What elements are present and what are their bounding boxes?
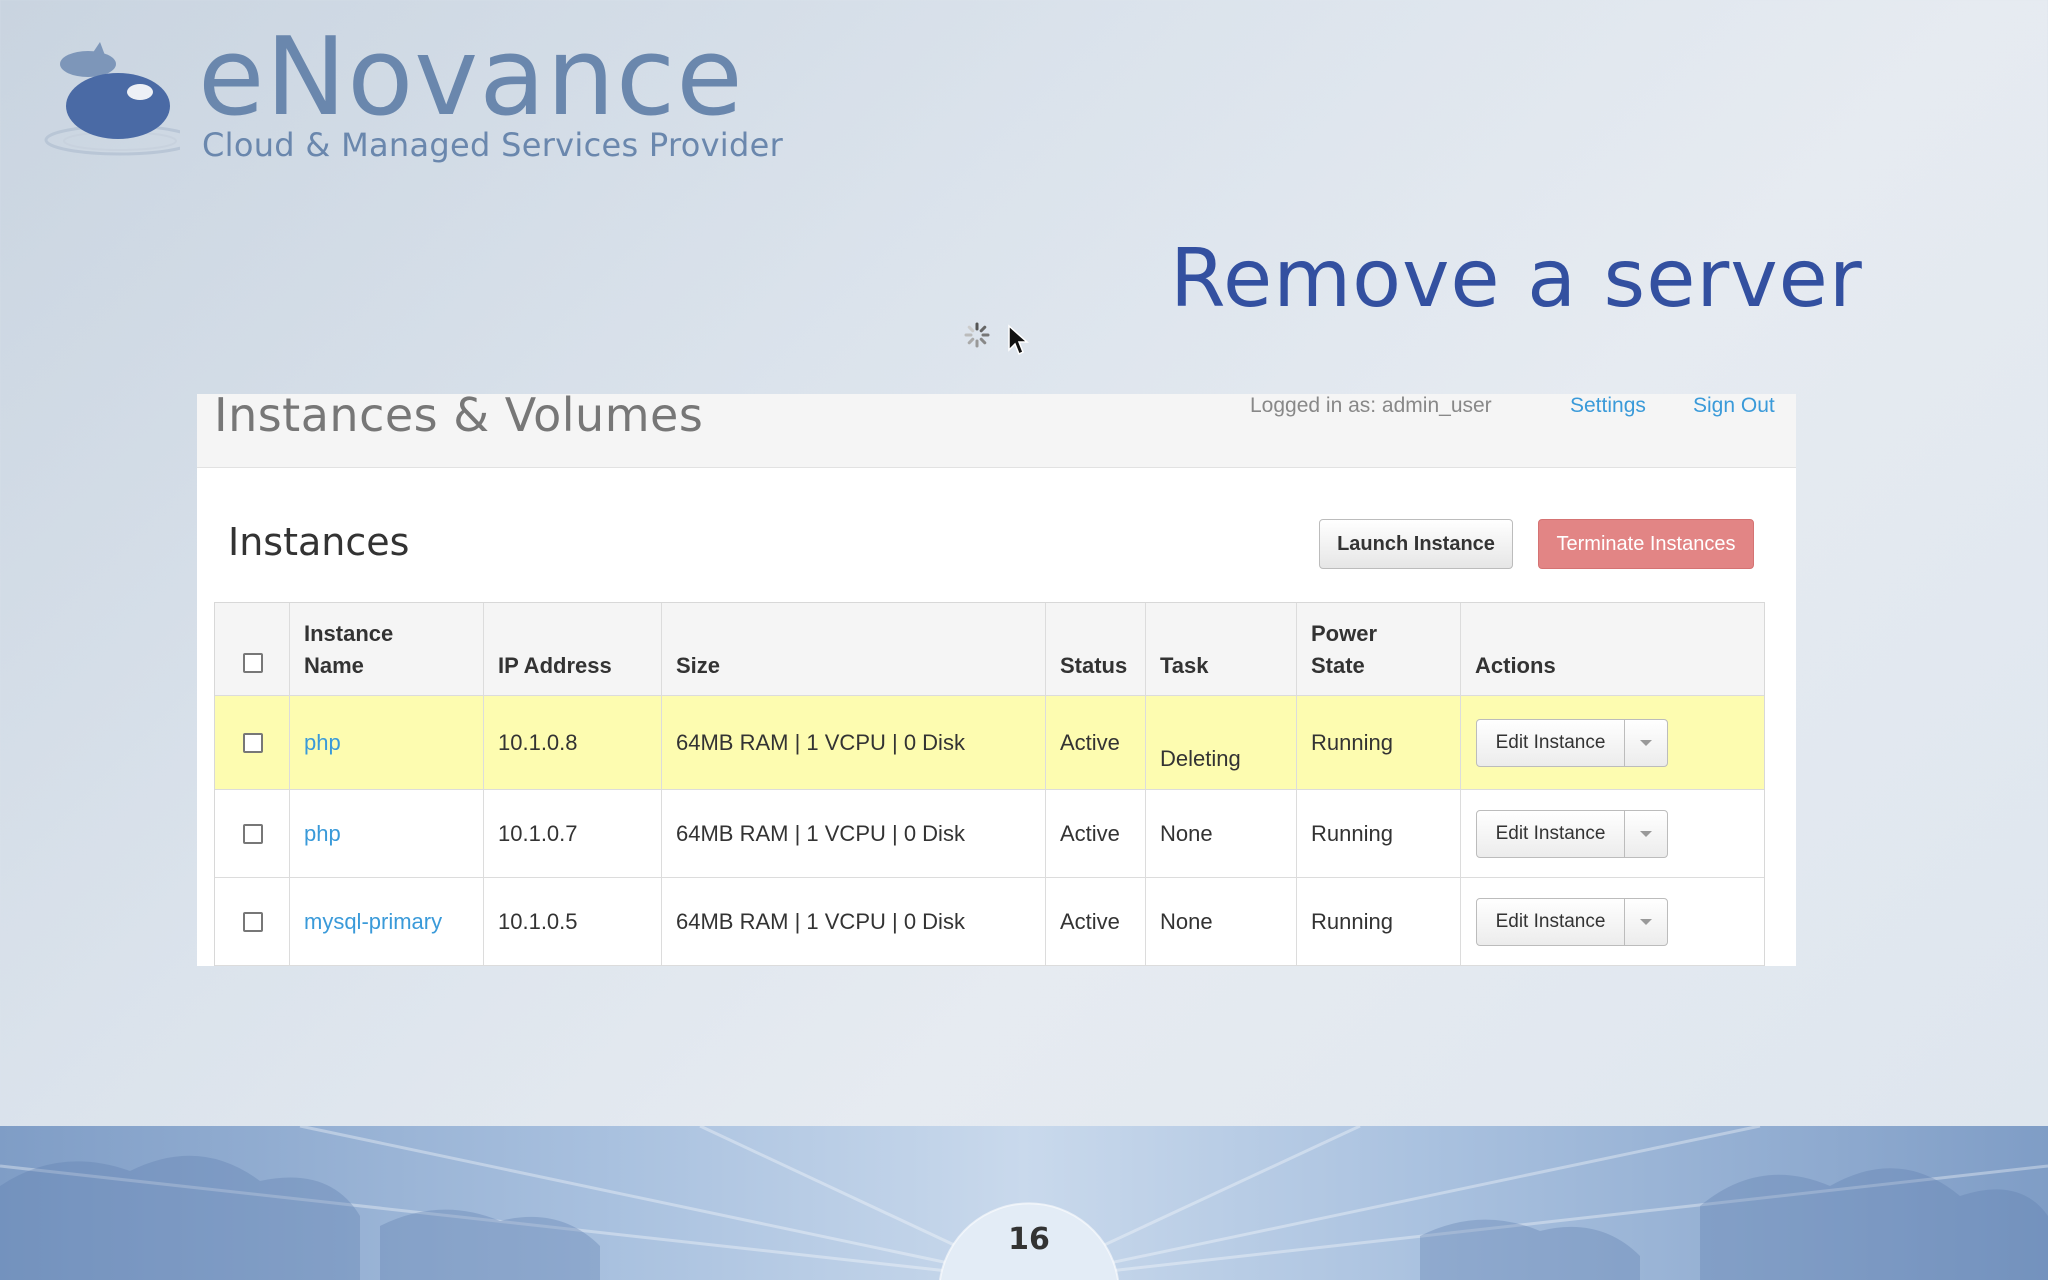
- edit-instance-split-button: Edit Instance: [1476, 898, 1668, 946]
- instance-status: Active: [1060, 821, 1120, 846]
- sign-out-link[interactable]: Sign Out: [1693, 394, 1775, 418]
- row-checkbox[interactable]: [243, 824, 263, 844]
- power-state: Running: [1311, 821, 1393, 846]
- actions-dropdown-toggle[interactable]: [1625, 899, 1667, 945]
- page-title: Instances & Volumes: [214, 394, 704, 442]
- terminate-instances-button[interactable]: Terminate Instances: [1538, 519, 1754, 569]
- page-number: 16: [1008, 1222, 1050, 1257]
- ip-address: 10.1.0.8: [498, 730, 578, 755]
- column-header-task[interactable]: Task: [1160, 650, 1209, 682]
- instance-name-link[interactable]: php: [304, 730, 341, 756]
- enovance-logo: eNovance Cloud & Managed Services Provid…: [40, 24, 783, 170]
- edit-instance-split-button: Edit Instance: [1476, 719, 1668, 767]
- column-divider: [483, 603, 484, 966]
- instance-status: Active: [1060, 909, 1120, 934]
- column-header-status[interactable]: Status: [1060, 650, 1127, 682]
- actions-dropdown-toggle[interactable]: [1625, 811, 1667, 857]
- row-checkbox[interactable]: [243, 912, 263, 932]
- edit-instance-button[interactable]: Edit Instance: [1477, 811, 1625, 857]
- actions-dropdown-toggle[interactable]: [1625, 720, 1667, 766]
- instance-size: 64MB RAM | 1 VCPU | 0 Disk: [676, 909, 965, 934]
- logo-tagline: Cloud & Managed Services Provider: [202, 126, 784, 164]
- column-header-size[interactable]: Size: [676, 650, 720, 682]
- column-header-ip[interactable]: IP Address: [498, 650, 612, 682]
- header-line: Name: [304, 653, 364, 678]
- instance-task: None: [1160, 909, 1213, 934]
- launch-instance-button[interactable]: Launch Instance: [1319, 519, 1513, 569]
- instance-task: None: [1160, 821, 1213, 846]
- instance-size: 64MB RAM | 1 VCPU | 0 Disk: [676, 821, 965, 846]
- instance-size: 64MB RAM | 1 VCPU | 0 Disk: [676, 730, 965, 755]
- column-divider: [1045, 603, 1046, 966]
- column-header-instance-name[interactable]: Instance Name: [304, 618, 393, 682]
- column-divider: [661, 603, 662, 966]
- section-title: Instances: [228, 520, 410, 564]
- select-all-checkbox[interactable]: [243, 653, 263, 673]
- header-line: Instance: [304, 621, 394, 646]
- ip-address: 10.1.0.5: [498, 909, 578, 934]
- panel-header: Instances & Volumes Logged in as: admin_…: [197, 394, 1796, 468]
- caret-down-icon: [1640, 740, 1652, 746]
- edit-instance-split-button: Edit Instance: [1476, 810, 1668, 858]
- enovance-logo-icon: [44, 42, 180, 156]
- mouse-pointer-icon: [1008, 324, 1029, 356]
- logo-wordmark: eNovance: [198, 15, 744, 140]
- ip-address: 10.1.0.7: [498, 821, 578, 846]
- instance-name-link[interactable]: mysql-primary: [304, 909, 442, 935]
- header-line: State: [1311, 653, 1365, 678]
- loading-spinner-icon: [964, 322, 990, 348]
- caret-down-icon: [1640, 831, 1652, 837]
- column-divider: [1145, 603, 1146, 966]
- instance-status: Active: [1060, 730, 1120, 755]
- header-line: Power: [1311, 621, 1378, 646]
- power-state: Running: [1311, 730, 1393, 755]
- row-checkbox[interactable]: [243, 733, 263, 753]
- power-state: Running: [1311, 909, 1393, 934]
- dashboard-panel: Instances & Volumes Logged in as: admin_…: [197, 394, 1796, 966]
- caret-down-icon: [1640, 919, 1652, 925]
- column-header-actions: Actions: [1475, 653, 1556, 678]
- column-divider: [1460, 603, 1461, 966]
- edit-instance-button[interactable]: Edit Instance: [1477, 720, 1625, 766]
- logged-in-label: Logged in as: admin_user: [1250, 394, 1492, 417]
- column-header-power-state[interactable]: Power State: [1311, 618, 1377, 682]
- instance-name-link[interactable]: php: [304, 821, 341, 847]
- instance-task: Deleting: [1160, 746, 1241, 771]
- column-divider: [1296, 603, 1297, 966]
- settings-link[interactable]: Settings: [1570, 394, 1646, 418]
- slide-title: Remove a server: [1170, 232, 1863, 325]
- column-divider: [289, 603, 290, 966]
- instances-table: Instance Name IP Address Size Status Tas…: [214, 602, 1765, 966]
- edit-instance-button[interactable]: Edit Instance: [1477, 899, 1625, 945]
